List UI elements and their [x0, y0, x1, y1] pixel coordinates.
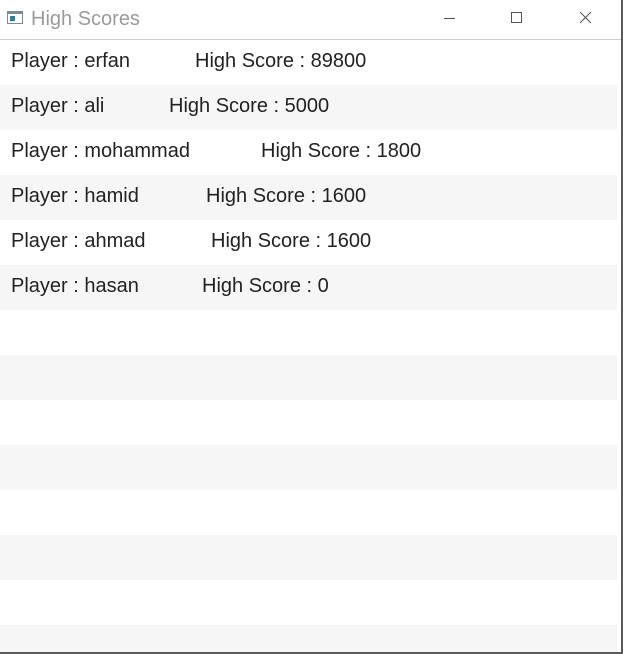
empty-row [0, 535, 617, 580]
high-score-value: High Score : 1800 [261, 140, 422, 162]
empty-row [0, 625, 617, 652]
maximize-icon [511, 12, 522, 23]
player-name: Player : ahmad [11, 230, 146, 252]
empty-row [0, 310, 617, 355]
close-icon [580, 12, 592, 24]
title-bar[interactable]: High Scores [0, 0, 621, 40]
high-score-value: High Score : 1600 [206, 185, 367, 207]
close-button[interactable] [563, 0, 609, 38]
high-score-value: High Score : 5000 [169, 95, 330, 117]
player-name: Player : hamid [11, 185, 139, 207]
maximize-button[interactable] [494, 0, 540, 38]
player-name: Player : mohammad [11, 140, 190, 162]
list-item[interactable]: Player : ali High Score : 5000 [0, 85, 617, 130]
list-item[interactable]: Player : erfan High Score : 89800 [0, 40, 617, 85]
window-title: High Scores [31, 8, 140, 30]
high-score-value: High Score : 89800 [195, 50, 367, 72]
minimize-icon [444, 18, 455, 19]
player-name: Player : erfan [11, 50, 130, 72]
empty-row [0, 445, 617, 490]
high-scores-window: High Scores Player : erfan High Score : … [0, 0, 623, 654]
empty-row [0, 355, 617, 400]
empty-row [0, 400, 617, 445]
list-item[interactable]: Player : mohammad High Score : 1800 [0, 130, 617, 175]
player-name: Player : ali [11, 95, 105, 117]
list-item[interactable]: Player : hamid High Score : 1600 [0, 175, 617, 220]
list-item[interactable]: Player : hasan High Score : 0 [0, 265, 617, 310]
high-score-value: High Score : 1600 [211, 230, 372, 252]
player-name: Player : hasan [11, 275, 139, 297]
list-item[interactable]: Player : ahmad High Score : 1600 [0, 220, 617, 265]
empty-row [0, 490, 617, 535]
minimize-button[interactable] [427, 0, 473, 38]
app-icon [7, 11, 23, 24]
high-score-value: High Score : 0 [202, 275, 329, 297]
empty-row [0, 580, 617, 625]
high-score-list[interactable]: Player : erfan High Score : 89800 Player… [0, 40, 617, 652]
